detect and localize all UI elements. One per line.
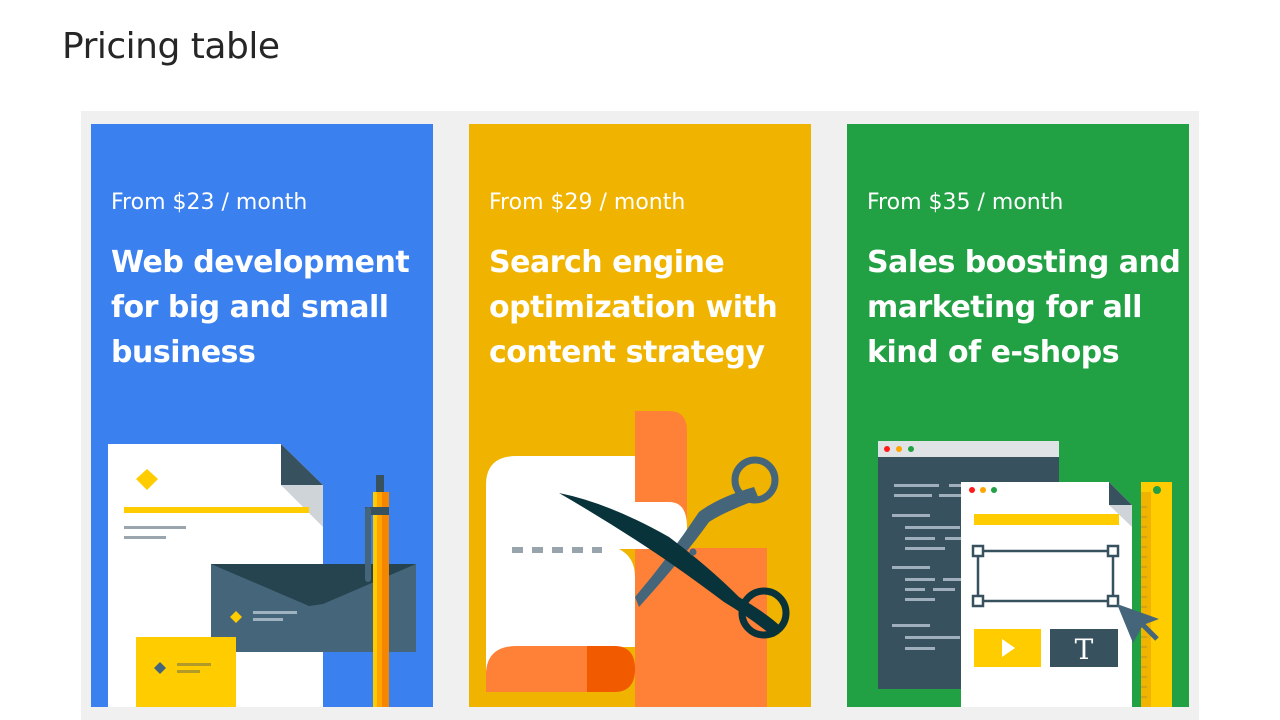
plan-name: Web development for big and small busine… <box>111 245 410 370</box>
stationery-icon <box>108 444 416 707</box>
pricing-card-web-development[interactable]: From $23 / month Web development for big… <box>91 124 433 707</box>
plan-price: From $23 / month <box>111 190 308 215</box>
web-design-editor-icon: T <box>878 441 1172 707</box>
plan-price: From $35 / month <box>867 190 1064 215</box>
pricing-card-seo[interactable]: From $29 / month Search engine optimizat… <box>469 124 811 707</box>
pricing-card-sales-marketing[interactable]: From $35 / month Sales boosting and mark… <box>847 124 1189 707</box>
plan-name: Search engine optimization with content … <box>489 245 778 370</box>
svg-text:T: T <box>1075 633 1094 666</box>
page-title: Pricing table <box>62 26 280 67</box>
plan-name: Sales boosting and marketing for all kin… <box>867 245 1181 370</box>
plan-price: From $29 / month <box>489 190 686 215</box>
scissors-cutting-paper-icon <box>486 411 790 707</box>
